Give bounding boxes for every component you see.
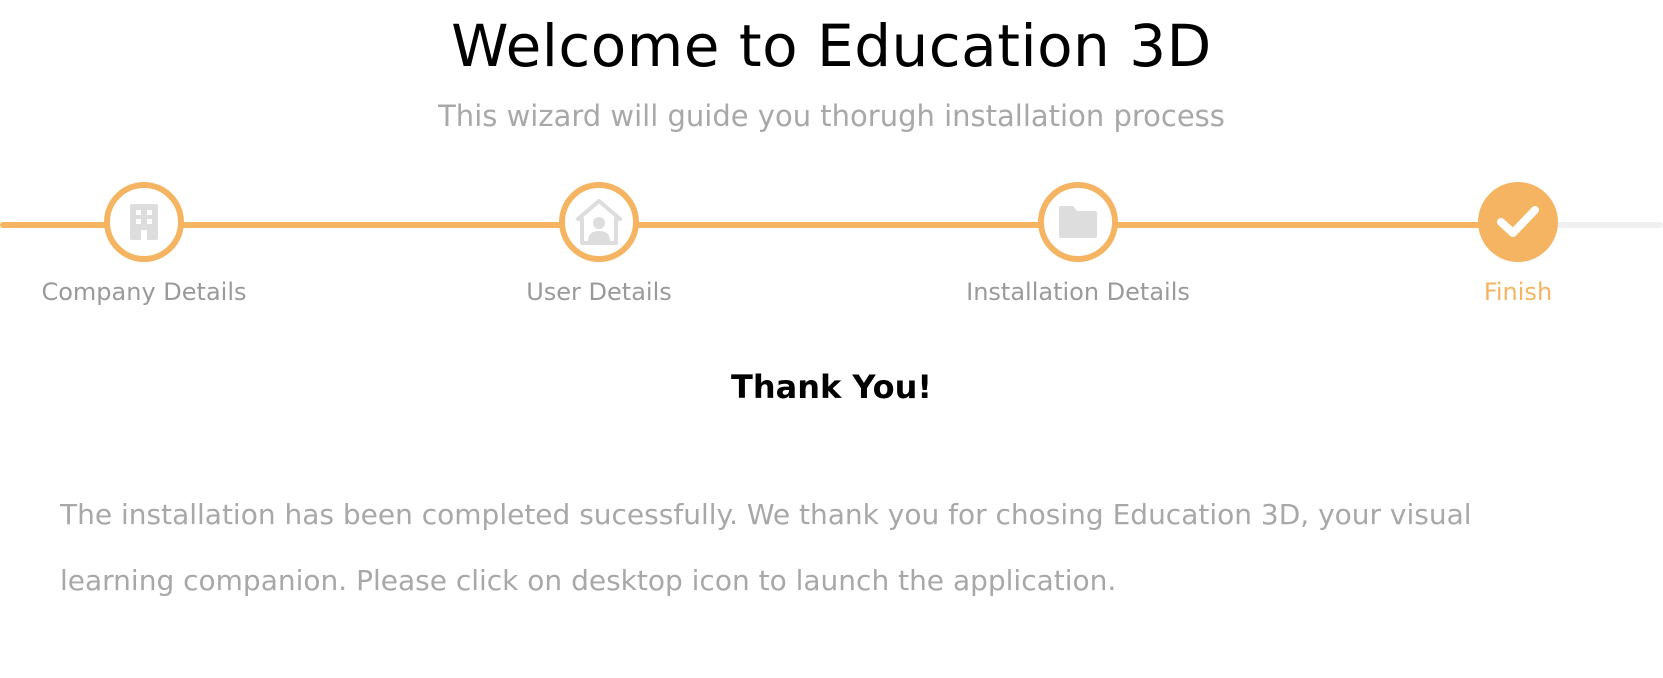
step-company-details xyxy=(104,182,184,262)
thank-you-heading: Thank You! xyxy=(731,368,932,406)
building-icon xyxy=(130,204,158,240)
step-label-user-details: User Details xyxy=(526,278,672,306)
check-icon xyxy=(1497,206,1539,237)
step-user-details xyxy=(559,182,639,262)
step-label-company-details: Company Details xyxy=(41,278,247,306)
house-user-icon xyxy=(576,199,622,245)
step-installation-details xyxy=(1038,182,1118,262)
step-label-finish: Finish xyxy=(1483,278,1553,306)
page-subtitle: This wizard will guide you thorugh insta… xyxy=(438,99,1225,133)
step-finish xyxy=(1478,182,1558,262)
completion-message: The installation has been completed suce… xyxy=(60,498,1472,597)
page-title: Welcome to Education 3D xyxy=(451,12,1212,80)
installer-page: Welcome to Education 3D This wizard will… xyxy=(0,0,1663,678)
folder-icon xyxy=(1059,206,1097,238)
step-label-installation-details: Installation Details xyxy=(966,278,1190,306)
progress-track-completed xyxy=(0,222,1530,228)
